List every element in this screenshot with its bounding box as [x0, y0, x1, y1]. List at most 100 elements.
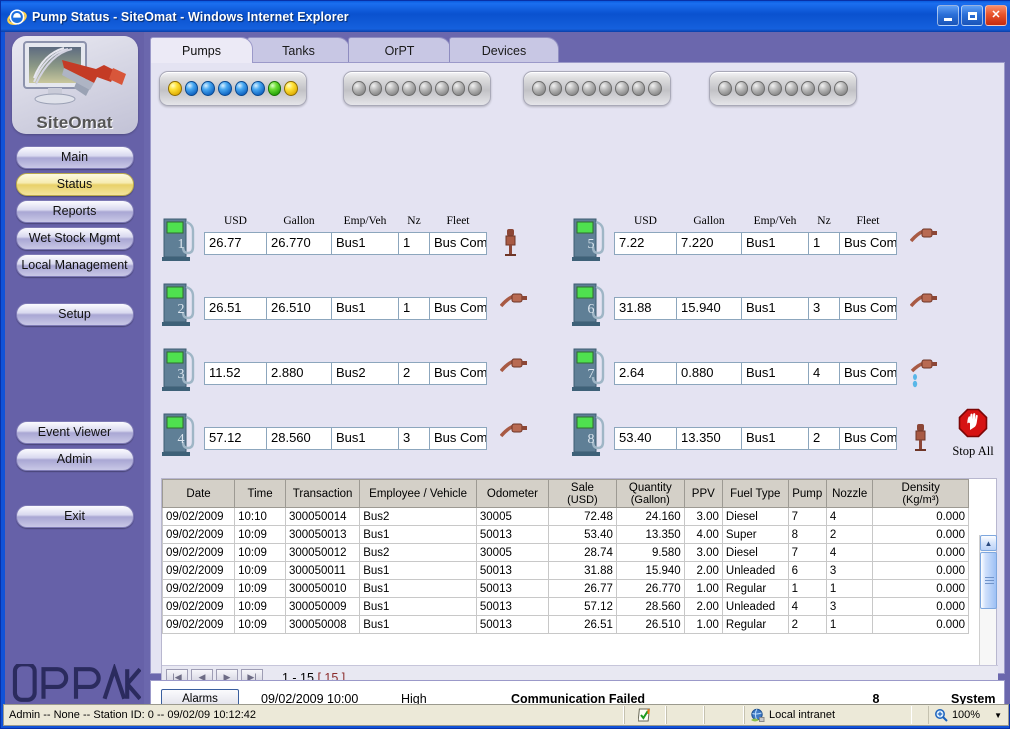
pump-number-8: 8 — [587, 432, 595, 447]
pump-4-field-nz[interactable]: 3 — [398, 427, 430, 450]
pump-2-field-gallon[interactable]: 26.510 — [266, 297, 332, 320]
pump-7-nozzle[interactable] — [910, 357, 940, 396]
cell-r4-ppv: 1.00 — [683, 579, 723, 598]
sidebar-item-main[interactable]: Main — [15, 146, 134, 169]
pump-3-field-gallon[interactable]: 2.880 — [266, 362, 332, 385]
col-header-pump[interactable]: Pump — [787, 479, 827, 508]
pump-6-field-nz[interactable]: 3 — [808, 297, 840, 320]
pump-3-field-usd[interactable]: 11.52 — [204, 362, 267, 385]
col-header-transaction[interactable]: Transaction — [284, 479, 361, 508]
led-group-orpt[interactable] — [523, 71, 671, 106]
pump-4-nozzle[interactable] — [499, 422, 528, 445]
pump-1-field-nz[interactable]: 1 — [398, 232, 430, 255]
col-header-quantity[interactable]: Quantity (Gallon) — [615, 479, 685, 508]
led-group-pumps[interactable] — [159, 71, 307, 106]
led-group-tanks[interactable] — [343, 71, 491, 106]
pump-8-field-gallon[interactable]: 13.350 — [676, 427, 742, 450]
pump-6-field-gallon[interactable]: 15.940 — [676, 297, 742, 320]
pump-8-nozzle[interactable] — [910, 422, 932, 457]
zoom-dropdown-icon[interactable]: ▼ — [994, 711, 1002, 720]
sidebar-item-setup[interactable]: Setup — [15, 303, 134, 326]
pump-8-field-usd[interactable]: 53.40 — [614, 427, 677, 450]
tab-pumps[interactable]: Pumps — [150, 37, 253, 63]
pump-8-field-fleet[interactable]: Bus Comp — [839, 427, 897, 450]
table-row[interactable]: 09/02/2009 10:09 300050012 Bus2 30005 28.74 9.… — [161, 543, 969, 562]
pump-2-field-fleet[interactable]: Bus Comp — [429, 297, 487, 320]
pump-5-field-gallon[interactable]: 7.220 — [676, 232, 742, 255]
pump-4-field-fleet[interactable]: Bus Comp — [429, 427, 487, 450]
pump-1-field-usd[interactable]: 26.77 — [204, 232, 267, 255]
pump-7-field-fleet[interactable]: Bus Comp — [839, 362, 897, 385]
status-icon-segment[interactable] — [624, 706, 666, 724]
col-header-ppv[interactable]: PPV — [683, 479, 723, 508]
scroll-up-button[interactable]: ▲ — [980, 535, 997, 551]
col-header-odometer[interactable]: Odometer — [475, 479, 550, 508]
stop-all-button[interactable]: Stop All — [941, 408, 1005, 459]
pump-2-field-emp-veh[interactable]: Bus1 — [331, 297, 399, 320]
cell-r3-ppv: 2.00 — [683, 561, 723, 580]
pump-8-field-emp-veh[interactable]: Bus1 — [741, 427, 809, 450]
pump-2-field-usd[interactable]: 26.51 — [204, 297, 267, 320]
pump-2-nozzle[interactable] — [499, 292, 528, 315]
cell-r2-nozzle: 4 — [825, 543, 874, 562]
pump-7-field-emp-veh[interactable]: Bus1 — [741, 362, 809, 385]
logo-label: SiteOmat — [36, 113, 113, 132]
col-header-date[interactable]: Date — [161, 479, 236, 508]
col-header-sale[interactable]: Sale (USD) — [548, 479, 617, 508]
tab-devices[interactable]: Devices — [449, 37, 559, 63]
close-button[interactable]: ✕ — [985, 5, 1007, 26]
col-header-density[interactable]: Density (Kg/m³) — [872, 479, 969, 508]
sidebar-item-exit[interactable]: Exit — [15, 505, 134, 528]
sidebar-item-reports[interactable]: Reports — [15, 200, 134, 223]
pump-6-nozzle[interactable] — [909, 292, 938, 315]
table-row[interactable]: 09/02/2009 10:09 300050010 Bus1 50013 26.77 26… — [161, 579, 969, 598]
sidebar-item-status[interactable]: Status — [15, 173, 134, 196]
col-header-fuel-type[interactable]: Fuel Type — [721, 479, 789, 508]
pump-4-field-emp-veh[interactable]: Bus1 — [331, 427, 399, 450]
table-row[interactable]: 09/02/2009 10:09 300050008 Bus1 50013 26.51 26… — [161, 615, 969, 634]
tab-tanks[interactable]: Tanks — [247, 37, 350, 63]
pump-1-field-emp-veh[interactable]: Bus1 — [331, 232, 399, 255]
minimize-button[interactable] — [937, 5, 959, 26]
pump-5-field-usd[interactable]: 7.22 — [614, 232, 677, 255]
pump-8-field-nz[interactable]: 2 — [808, 427, 840, 450]
pump-5-field-fleet[interactable]: Bus Comp — [839, 232, 897, 255]
led-devices-leds-6 — [801, 81, 815, 96]
sidebar-item-wet-stock-mgmt[interactable]: Wet Stock Mgmt — [15, 227, 134, 250]
pump-1-nozzle[interactable] — [500, 227, 522, 262]
col-header-employee-vehicle[interactable]: Employee / Vehicle — [359, 479, 477, 508]
pump-5-field-nz[interactable]: 1 — [808, 232, 840, 255]
table-row[interactable]: 09/02/2009 10:09 300050011 Bus1 50013 31.88 15… — [161, 561, 969, 580]
pump-3-field-emp-veh[interactable]: Bus2 — [331, 362, 399, 385]
tab-orpt[interactable]: OrPT — [348, 37, 451, 63]
pump-4-field-gallon[interactable]: 28.560 — [266, 427, 332, 450]
col-header-time[interactable]: Time — [234, 479, 286, 508]
pump-4-field-usd[interactable]: 57.12 — [204, 427, 267, 450]
pump-3-field-nz[interactable]: 2 — [398, 362, 430, 385]
pump-1-field-fleet[interactable]: Bus Comp — [429, 232, 487, 255]
col-header-nozzle[interactable]: Nozzle — [825, 479, 874, 508]
table-row[interactable]: 09/02/2009 10:09 300050009 Bus1 50013 57.12 28… — [161, 597, 969, 616]
sidebar-item-event-viewer[interactable]: Event Viewer — [15, 421, 134, 444]
pump-7-field-nz[interactable]: 4 — [808, 362, 840, 385]
pump-5-nozzle[interactable] — [909, 227, 938, 250]
pump-7-field-gallon[interactable]: 0.880 — [676, 362, 742, 385]
pump-3-nozzle[interactable] — [499, 357, 528, 380]
zoom-control[interactable]: 100% ▼ — [927, 706, 1008, 724]
scroll-thumb[interactable] — [980, 552, 997, 609]
pump-7-field-usd[interactable]: 2.64 — [614, 362, 677, 385]
pump-1-field-gallon[interactable]: 26.770 — [266, 232, 332, 255]
security-zone-segment[interactable]: Local intranet — [744, 706, 912, 724]
sidebar-item-local-management[interactable]: Local Management — [15, 254, 134, 277]
maximize-button[interactable] — [961, 5, 983, 26]
pump-6-field-fleet[interactable]: Bus Comp — [839, 297, 897, 320]
pump-5-field-emp-veh[interactable]: Bus1 — [741, 232, 809, 255]
sidebar-item-admin[interactable]: Admin — [15, 448, 134, 471]
table-row[interactable]: 09/02/2009 10:09 300050013 Bus1 50013 53.40 13… — [161, 525, 969, 544]
pump-6-field-usd[interactable]: 31.88 — [614, 297, 677, 320]
table-row[interactable]: 09/02/2009 10:10 300050014 Bus2 30005 72.48 24… — [161, 507, 969, 526]
led-group-devices[interactable] — [709, 71, 857, 106]
pump-3-field-fleet[interactable]: Bus Comp — [429, 362, 487, 385]
pump-6-field-emp-veh[interactable]: Bus1 — [741, 297, 809, 320]
pump-2-field-nz[interactable]: 1 — [398, 297, 430, 320]
